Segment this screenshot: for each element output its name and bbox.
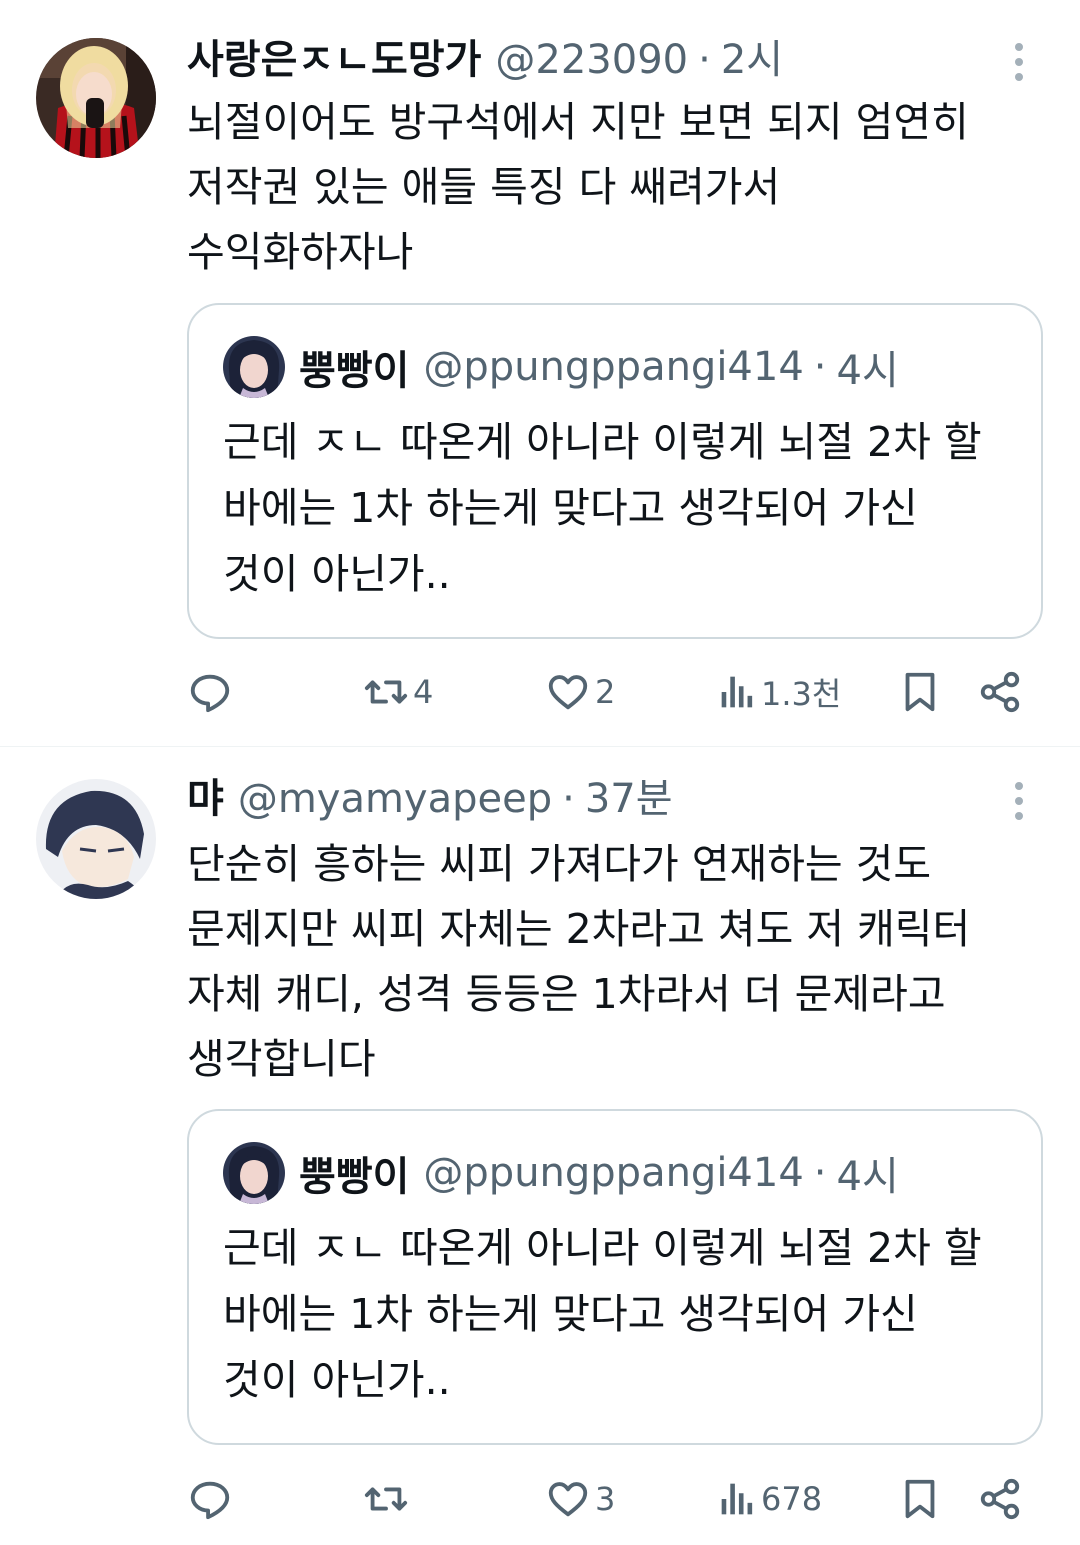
action-bar: 4 2 1.3천	[187, 662, 1037, 722]
quoted-tweet-text: 근데 ㅈㄴ 따온게 아니라 이렇게 뇌절 2차 할 바에는 1차 하는게 맞다고…	[223, 418, 982, 598]
timestamp[interactable]: 37분	[585, 769, 673, 829]
separator: ·	[562, 776, 575, 822]
user-handle[interactable]: @myamyapeep	[238, 769, 552, 829]
avatar[interactable]	[36, 38, 156, 158]
quoted-timestamp: 4시	[836, 348, 899, 394]
timestamp[interactable]: 2시	[721, 30, 783, 90]
bookmark-button[interactable]	[897, 1469, 943, 1529]
retweet-icon	[364, 1487, 408, 1511]
heart-icon	[548, 675, 588, 710]
share-icon	[980, 671, 1020, 713]
separator: ·	[813, 1150, 827, 1196]
heart-icon	[548, 1482, 588, 1517]
share-icon	[980, 1478, 1020, 1520]
separator: ·	[698, 37, 711, 83]
action-bar: 3 678	[187, 1469, 1037, 1529]
view-count: 1.3천	[761, 675, 842, 713]
views-icon	[721, 1483, 753, 1515]
quoted-tweet-header: 뿡빵이 @ppungppangi414 · 4시	[223, 1141, 899, 1205]
like-count: 3	[595, 1480, 616, 1518]
retweet-button[interactable]	[363, 1469, 413, 1529]
share-button[interactable]	[977, 662, 1023, 722]
avatar	[223, 1142, 285, 1204]
tweet-text: 단순히 흥하는 씨피 가져다가 연재하는 것도 문제지만 씨피 자체는 2차라고…	[187, 840, 971, 1083]
tweet[interactable]: 먀 @myamyapeep · 37분 단순히 흥하는 씨피 가져다가 연재하는…	[0, 747, 1080, 1545]
quoted-tweet-header: 뿡빵이 @ppungppangi414 · 4시	[223, 335, 899, 399]
tweet[interactable]: 사랑은ㅈㄴ도망가 @223090 · 2시 뇌절이어도 방구석에서 지만 보면 …	[0, 0, 1080, 746]
bookmark-icon	[905, 1479, 935, 1519]
retweet-button[interactable]: 4	[363, 662, 433, 722]
views-icon	[721, 676, 753, 708]
retweet-icon	[364, 680, 408, 704]
view-count: 678	[761, 1480, 823, 1518]
retweet-count: 4	[413, 673, 434, 711]
share-button[interactable]	[977, 1469, 1023, 1529]
tweet-text: 뇌절이어도 방구석에서 지만 보면 되지 엄연히 저작권 있는 애들 특징 다 …	[187, 98, 969, 276]
avatar	[223, 336, 285, 398]
reply-button[interactable]	[187, 662, 237, 722]
bookmark-button[interactable]	[897, 662, 943, 722]
user-handle[interactable]: @223090	[495, 30, 688, 90]
quoted-tweet-text: 근데 ㅈㄴ 따온게 아니라 이렇게 뇌절 2차 할 바에는 1차 하는게 맞다고…	[223, 1224, 982, 1404]
avatar[interactable]	[36, 779, 156, 899]
reply-icon	[190, 674, 230, 713]
tweet-header: 사랑은ㅈㄴ도망가 @223090 · 2시	[187, 30, 783, 90]
quoted-user-handle: @ppungppangi414	[423, 344, 804, 390]
quoted-tweet[interactable]: 뿡빵이 @ppungppangi414 · 4시 근데 ㅈㄴ 따온게 아니라 이…	[187, 1109, 1043, 1445]
display-name[interactable]: 사랑은ㅈㄴ도망가	[187, 30, 481, 90]
views-button[interactable]: 1.3천	[717, 662, 841, 722]
like-button[interactable]: 2	[545, 662, 615, 722]
views-button[interactable]: 678	[717, 1469, 822, 1529]
quoted-tweet[interactable]: 뿡빵이 @ppungppangi414 · 4시 근데 ㅈㄴ 따온게 아니라 이…	[187, 303, 1043, 639]
quoted-display-name: 뿡빵이	[299, 1154, 410, 1200]
display-name[interactable]: 먀	[187, 769, 224, 829]
bookmark-icon	[905, 672, 935, 712]
separator: ·	[813, 344, 827, 390]
quoted-display-name: 뿡빵이	[299, 348, 410, 394]
quoted-user-handle: @ppungppangi414	[423, 1150, 804, 1196]
more-vertical-icon[interactable]	[1004, 32, 1034, 92]
reply-button[interactable]	[187, 1469, 237, 1529]
like-button[interactable]: 3	[545, 1469, 615, 1529]
reply-icon	[190, 1481, 230, 1520]
like-count: 2	[595, 673, 616, 711]
tweet-header: 먀 @myamyapeep · 37분	[187, 769, 673, 829]
more-vertical-icon[interactable]	[1004, 771, 1034, 831]
quoted-timestamp: 4시	[836, 1154, 899, 1200]
